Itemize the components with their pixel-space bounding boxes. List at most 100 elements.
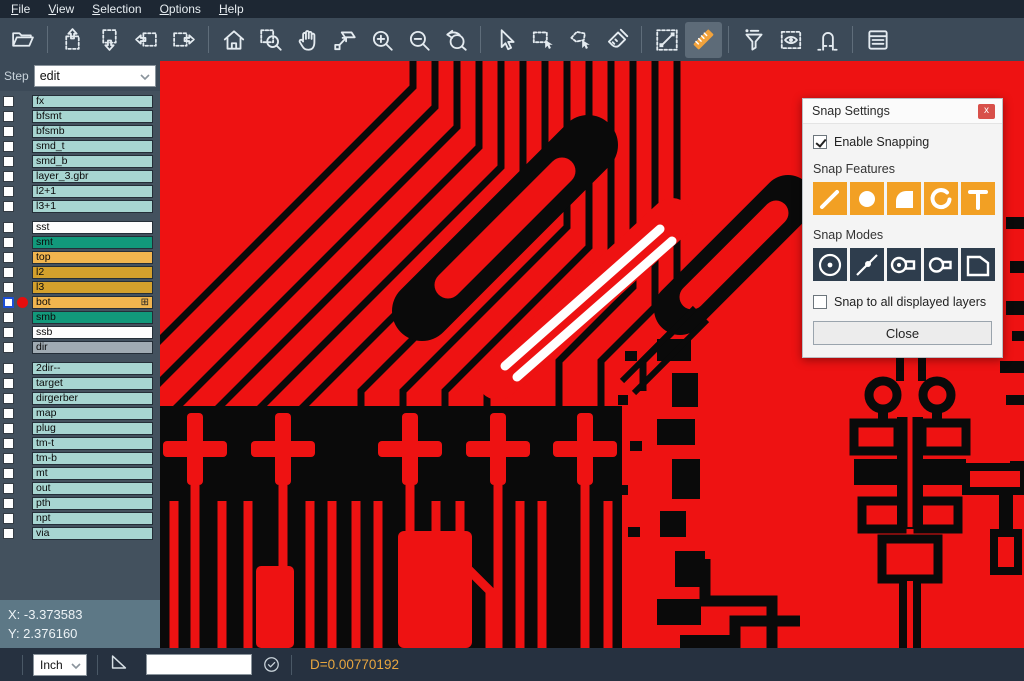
layer-row-via[interactable]: via	[0, 527, 160, 540]
apply-check-icon[interactable]	[262, 655, 281, 674]
layer-row-top[interactable]: top	[0, 251, 160, 264]
layer-name[interactable]: sst	[32, 221, 153, 234]
layer-row-dirgerber[interactable]: dirgerber	[0, 392, 160, 405]
layer-visibility-checkbox[interactable]	[3, 468, 14, 479]
layer-name[interactable]: 2dir--	[32, 362, 153, 375]
layer-name[interactable]: ssb	[32, 326, 153, 339]
layer-visibility-checkbox[interactable]	[3, 498, 14, 509]
layer-name[interactable]: l2+1	[32, 185, 153, 198]
layer-row-smb[interactable]: smb	[0, 311, 160, 324]
layer-row-plug[interactable]: plug	[0, 422, 160, 435]
dialog-close-button[interactable]: x	[978, 104, 995, 119]
snap-magnet-button[interactable]	[809, 22, 846, 58]
layer-visibility-checkbox[interactable]	[3, 156, 14, 167]
layer-visibility-checkbox[interactable]	[3, 408, 14, 419]
layer-name[interactable]: out	[32, 482, 153, 495]
layer-name[interactable]: smd_t	[32, 140, 153, 153]
command-input[interactable]	[146, 654, 252, 675]
menu-selection[interactable]: Selection	[83, 1, 150, 18]
layer-visibility-checkbox[interactable]	[3, 201, 14, 212]
layer-name[interactable]: bot⊞	[32, 296, 153, 309]
layer-visibility-checkbox[interactable]	[3, 171, 14, 182]
report-list-button[interactable]	[859, 22, 896, 58]
layer-name[interactable]: dirgerber	[32, 392, 153, 405]
menu-help[interactable]: Help	[210, 1, 253, 18]
layer-row-sst[interactable]: sst	[0, 221, 160, 234]
layer-row-l3+1[interactable]: l3+1	[0, 200, 160, 213]
layer-name[interactable]: plug	[32, 422, 153, 435]
zoom-out-button[interactable]	[400, 22, 437, 58]
select-pointer-button[interactable]	[487, 22, 524, 58]
import-left-button[interactable]	[128, 22, 165, 58]
ruler-measure-button[interactable]	[685, 22, 722, 58]
layer-visibility-checkbox[interactable]	[3, 513, 14, 524]
dialog-titlebar[interactable]: Snap Settings x	[803, 99, 1002, 124]
menu-file[interactable]: File	[2, 1, 39, 18]
layer-name[interactable]: l2	[32, 266, 153, 279]
layer-name[interactable]: tm-b	[32, 452, 153, 465]
layer-row-smd_b[interactable]: smd_b	[0, 155, 160, 168]
layer-row-pth[interactable]: pth	[0, 497, 160, 510]
layer-row-tm-b[interactable]: tm-b	[0, 452, 160, 465]
layer-visibility-checkbox[interactable]	[3, 96, 14, 107]
snap-feature-text-button[interactable]	[961, 182, 995, 215]
step-select[interactable]: edit	[34, 65, 156, 87]
layer-visibility-checkbox[interactable]	[3, 378, 14, 389]
layer-name[interactable]: mt	[32, 467, 153, 480]
clear-brush-button[interactable]	[598, 22, 635, 58]
layer-row-2dir--[interactable]: 2dir--	[0, 362, 160, 375]
layer-name[interactable]: smd_b	[32, 155, 153, 168]
snap-mode-pad-outline-button[interactable]	[924, 248, 958, 281]
layer-row-l3[interactable]: l3	[0, 281, 160, 294]
snap-mode-surface-corner-button[interactable]	[961, 248, 995, 281]
layer-visibility-checkbox[interactable]	[3, 363, 14, 374]
layer-row-fx[interactable]: fx	[0, 95, 160, 108]
layer-visibility-checkbox[interactable]	[3, 126, 14, 137]
import-right-button[interactable]	[165, 22, 202, 58]
layer-name[interactable]: bfsmt	[32, 110, 153, 123]
zoom-object-button[interactable]	[326, 22, 363, 58]
zoom-previous-button[interactable]	[437, 22, 474, 58]
dialog-close-action-button[interactable]: Close	[813, 321, 992, 345]
layer-visibility-checkbox[interactable]	[3, 393, 14, 404]
view-area-eye-button[interactable]	[772, 22, 809, 58]
layer-visibility-checkbox[interactable]	[3, 438, 14, 449]
layer-name[interactable]: top	[32, 251, 153, 264]
home-view-button[interactable]	[215, 22, 252, 58]
layer-visibility-checkbox[interactable]	[3, 237, 14, 248]
layer-visibility-checkbox[interactable]	[3, 186, 14, 197]
layer-name[interactable]: pth	[32, 497, 153, 510]
snap-mode-point-on-line-button[interactable]	[850, 248, 884, 281]
layer-row-map[interactable]: map	[0, 407, 160, 420]
import-down-button[interactable]	[91, 22, 128, 58]
layer-visibility-checkbox[interactable]	[3, 483, 14, 494]
layer-visibility-checkbox[interactable]	[3, 282, 14, 293]
enable-snapping-checkbox[interactable]	[813, 135, 827, 149]
all-layers-checkbox[interactable]	[813, 295, 827, 309]
layer-visibility-checkbox[interactable]	[3, 528, 14, 539]
layer-row-ssb[interactable]: ssb	[0, 326, 160, 339]
unit-select[interactable]: Inch	[33, 654, 87, 676]
layer-visibility-checkbox[interactable]	[3, 267, 14, 278]
layer-name[interactable]: l3	[32, 281, 153, 294]
layer-row-bfsmb[interactable]: bfsmb	[0, 125, 160, 138]
snap-feature-pad-button[interactable]	[850, 182, 884, 215]
layer-name[interactable]: map	[32, 407, 153, 420]
menu-view[interactable]: View	[39, 1, 83, 18]
zoom-in-button[interactable]	[363, 22, 400, 58]
layer-name[interactable]: smt	[32, 236, 153, 249]
layer-visibility-checkbox[interactable]	[3, 252, 14, 263]
layer-row-bot[interactable]: bot⊞	[0, 296, 160, 309]
layer-visibility-checkbox[interactable]	[3, 111, 14, 122]
snap-mode-pad-slot-button[interactable]	[887, 248, 921, 281]
open-folder-button[interactable]	[4, 22, 41, 58]
layer-row-layer_3.gbr[interactable]: layer_3.gbr	[0, 170, 160, 183]
layer-visibility-checkbox[interactable]	[3, 423, 14, 434]
layer-row-tm-t[interactable]: tm-t	[0, 437, 160, 450]
layer-row-smt[interactable]: smt	[0, 236, 160, 249]
snap-feature-surface-button[interactable]	[887, 182, 921, 215]
layer-name[interactable]: tm-t	[32, 437, 153, 450]
layer-row-bfsmt[interactable]: bfsmt	[0, 110, 160, 123]
layer-name[interactable]: npt	[32, 512, 153, 525]
enable-snapping-row[interactable]: Enable Snapping	[813, 135, 992, 149]
